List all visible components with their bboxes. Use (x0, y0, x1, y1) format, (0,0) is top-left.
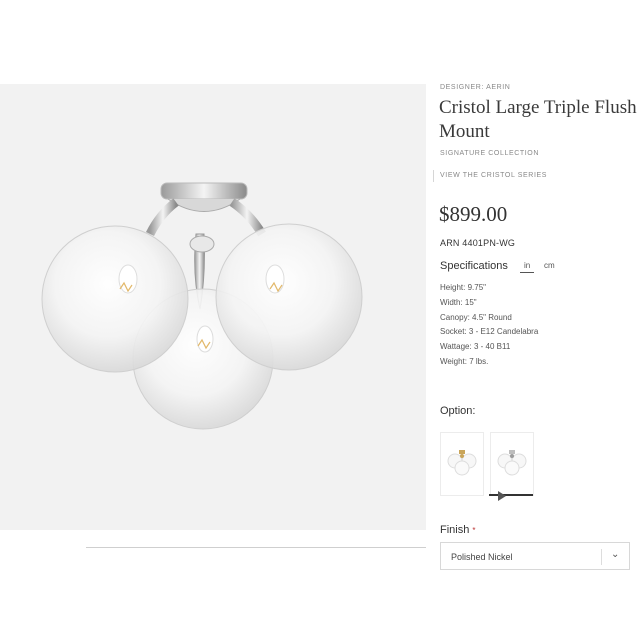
finish-selected-value: Polished Nickel (451, 552, 513, 562)
collection-label: SIGNATURE COLLECTION (440, 150, 539, 157)
spec-wattage: Wattage: 3 - 40 B11 (440, 342, 511, 352)
series-divider (433, 170, 434, 182)
product-image[interactable] (0, 84, 426, 530)
mouse-cursor-icon (498, 491, 506, 501)
spec-height: Height: 9.75" (440, 283, 486, 292)
product-sku: ARN 4401PN-WG (440, 238, 516, 248)
specifications-list: Height: 9.75" Width: 15" Canopy: 4.5" Ro… (440, 281, 538, 370)
spec-socket: Socket: 3 - E12 Candelabra (440, 327, 539, 337)
unit-toggle-in[interactable]: in (520, 261, 535, 273)
option-selected-indicator (489, 494, 533, 496)
finish-label: Finish * (440, 524, 475, 536)
required-marker: * (472, 526, 476, 535)
product-price: $899.00 (439, 202, 508, 226)
image-divider (86, 547, 426, 548)
product-title: Cristol Large Triple Flush Mount (439, 97, 637, 142)
product-details-panel: DESIGNER: AERIN Cristol Large Triple Flu… (433, 84, 640, 570)
chevron-down-icon: ⌄ (611, 549, 620, 560)
specifications-heading: Specifications (440, 260, 508, 272)
spec-canopy: Canopy: 4.5" Round (440, 312, 512, 322)
brass-globe-thumbnail-icon (447, 450, 477, 476)
select-divider (601, 549, 602, 565)
spec-width: Width: 15" (440, 297, 477, 307)
option-swatch-nickel[interactable] (490, 432, 534, 496)
finish-label-text: Finish (440, 524, 470, 536)
spec-weight: Weight: 7 lbs. (440, 356, 489, 366)
finish-select[interactable]: Polished Nickel ⌄ (440, 542, 630, 570)
option-label: Option: (440, 405, 476, 417)
designer-label[interactable]: DESIGNER: AERIN (440, 84, 510, 91)
nickel-globe-thumbnail-icon (497, 450, 527, 476)
option-swatch-brass[interactable] (440, 432, 484, 496)
cristol-triple-flush-mount-image (41, 182, 363, 430)
series-link[interactable]: VIEW THE CRISTOL SERIES (440, 172, 547, 179)
unit-toggle-cm[interactable]: cm (544, 261, 555, 270)
